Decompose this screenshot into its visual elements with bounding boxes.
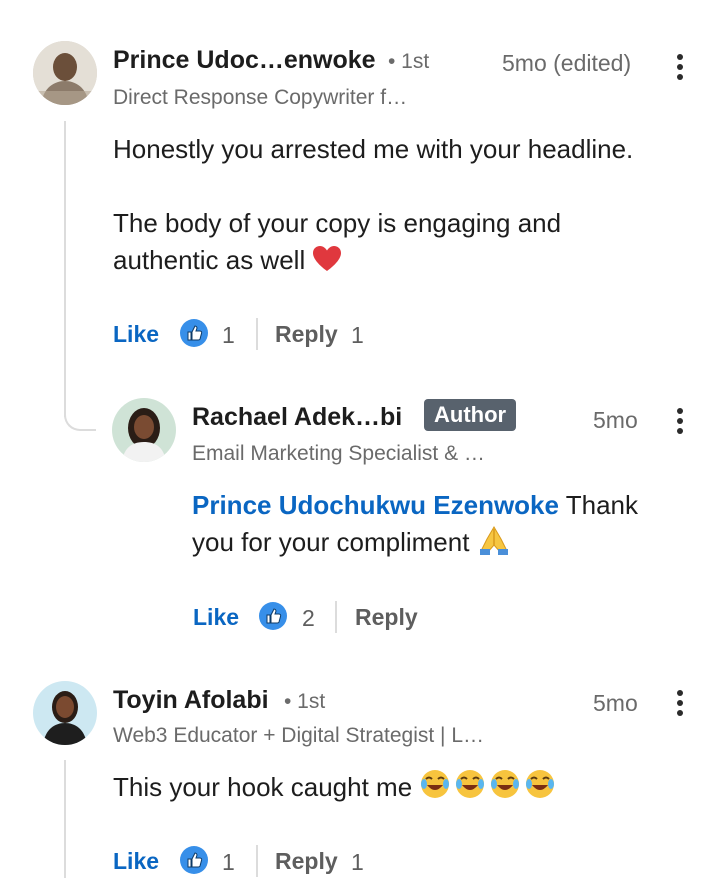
author-badge: Author — [424, 399, 517, 431]
thread-line — [64, 121, 66, 417]
commenter-headline: Email Marketing Specialist & … — [192, 442, 485, 465]
like-count: 1 — [222, 322, 235, 348]
laughing-tears-emoji-icon — [421, 770, 555, 798]
dot-icon — [677, 428, 683, 434]
like-reaction-icon[interactable] — [179, 845, 209, 875]
comment-timestamp: 5mo (edited) — [502, 50, 632, 76]
connection-degree: • 1st — [388, 50, 430, 73]
commenter-name[interactable]: Prince Udoc…enwoke — [113, 46, 376, 75]
mention-link[interactable]: Prince Udochukwu Ezenwoke — [192, 490, 559, 520]
dot-icon — [677, 690, 683, 696]
comment-text: This your hook caught me — [113, 772, 413, 802]
dot-icon — [677, 710, 683, 716]
thread-line — [64, 760, 66, 878]
like-button[interactable]: Like — [113, 848, 159, 875]
like-reaction-icon[interactable] — [258, 601, 288, 631]
comment-body: Honestly you arrested me with your headl… — [113, 131, 693, 279]
like-count: 2 — [302, 605, 315, 631]
like-reaction-icon[interactable] — [179, 318, 209, 348]
thread-line-curve — [64, 405, 96, 431]
comment-timestamp: 5mo — [593, 690, 638, 716]
commenter-headline: Web3 Educator + Digital Strategist | L… — [113, 724, 484, 747]
connection-degree: • 1st — [284, 690, 326, 713]
reply-body: Prince Udochukwu Ezenwoke Thank you for … — [192, 487, 662, 561]
action-divider — [256, 318, 258, 350]
dot-icon — [677, 54, 683, 60]
dot-icon — [677, 408, 683, 414]
comment-paragraph: Honestly you arrested me with your headl… — [113, 134, 634, 164]
dot-icon — [677, 64, 683, 70]
commenter-headline: Direct Response Copywriter f… — [113, 86, 408, 109]
more-options-button[interactable] — [676, 54, 684, 84]
action-divider — [256, 845, 258, 877]
folded-hands-icon — [479, 526, 508, 555]
person-avatar-icon — [112, 398, 176, 462]
reply-button[interactable]: Reply — [355, 604, 418, 631]
avatar-prince[interactable] — [33, 41, 97, 105]
comment-paragraph-2: The body of your copy is engaging and au… — [113, 205, 633, 279]
person-avatar-icon — [33, 41, 97, 105]
commenter-name[interactable]: Rachael Adek…bi — [192, 403, 402, 432]
reply-button[interactable]: Reply — [275, 848, 338, 875]
dot-icon — [677, 74, 683, 80]
commenter-name[interactable]: Toyin Afolabi — [113, 686, 269, 715]
avatar-rachael[interactable] — [112, 398, 176, 462]
like-count: 1 — [222, 849, 235, 875]
like-button[interactable]: Like — [113, 321, 159, 348]
comment-timestamp: 5mo — [593, 407, 638, 433]
reply-button[interactable]: Reply — [275, 321, 338, 348]
person-avatar-icon — [33, 681, 97, 745]
action-divider — [335, 601, 337, 633]
like-button[interactable]: Like — [193, 604, 239, 631]
dot-icon — [677, 700, 683, 706]
more-options-button[interactable] — [676, 408, 684, 438]
comment-body: This your hook caught me — [113, 768, 693, 806]
avatar-toyin[interactable] — [33, 681, 97, 745]
reply-count: 1 — [351, 322, 364, 348]
reply-count: 1 — [351, 849, 364, 875]
dot-icon — [677, 418, 683, 424]
red-heart-icon — [313, 246, 342, 271]
more-options-button[interactable] — [676, 690, 684, 720]
